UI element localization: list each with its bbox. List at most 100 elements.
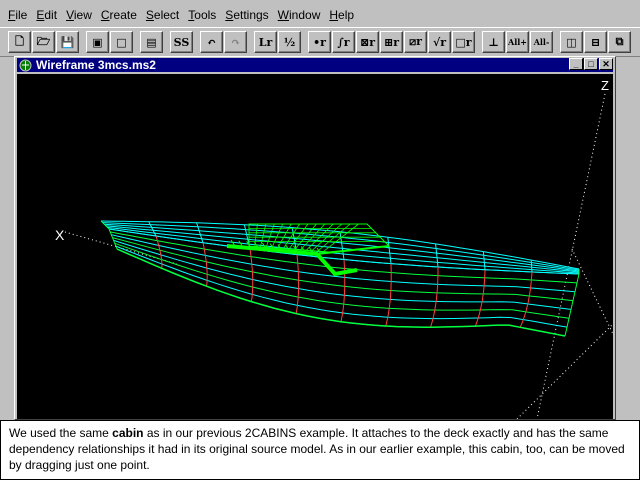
all-minus-button[interactable]: All- — [530, 31, 553, 53]
fraction-icon: ½ — [283, 35, 296, 49]
ss-icon: SS — [173, 35, 190, 49]
caption-bold-word: cabin — [112, 426, 144, 440]
wireframe-document-window: Wireframe 3mcs.ms2 _ □ ✕ Z X — [14, 56, 616, 420]
grid-icon: ⊞r — [383, 35, 399, 49]
close-button[interactable]: ✕ — [599, 58, 613, 70]
redo-icon: ↷ — [230, 35, 241, 49]
square-icon: □ — [116, 35, 127, 49]
maximize-button[interactable]: □ — [584, 58, 598, 70]
curve-icon: ∫r — [337, 35, 350, 49]
square-button[interactable]: □ — [110, 31, 133, 53]
point-button[interactable]: •r — [308, 31, 331, 53]
cabin-roof-grid — [271, 223, 284, 248]
cabin-base-edge — [226, 244, 358, 277]
document-title: Wireframe 3mcs.ms2 — [36, 58, 156, 72]
box-icon: □r — [455, 35, 472, 49]
axis-z-label: Z — [601, 78, 609, 93]
axis-lines — [64, 93, 613, 419]
menu-tools[interactable]: Tools — [188, 6, 216, 24]
snake-icon: ⊠r — [359, 35, 375, 49]
menu-label: iew — [73, 8, 92, 22]
fraction-button[interactable]: ½ — [278, 31, 301, 53]
tile-v-icon: ◫ — [566, 35, 577, 49]
menu-create[interactable]: Create — [101, 6, 137, 24]
check-button[interactable]: √r — [428, 31, 451, 53]
menu-file[interactable]: File — [8, 6, 27, 24]
cascade-button[interactable]: ⧉ — [608, 31, 631, 53]
menu-settings[interactable]: Settings — [225, 6, 268, 24]
frame-icon: ▣ — [92, 35, 103, 49]
new-button[interactable]: 🗋 — [8, 31, 31, 53]
wireframe-canvas[interactable]: Z X — [17, 74, 613, 419]
axis-x-label: X — [55, 227, 65, 243]
menu-view[interactable]: View — [66, 6, 92, 24]
menu-accel: W — [277, 8, 289, 22]
menu-label: elect — [153, 8, 180, 22]
document-title-bar[interactable]: Wireframe 3mcs.ms2 _ □ ✕ — [17, 58, 613, 72]
menu-select[interactable]: Select — [146, 6, 179, 24]
document-icon[interactable] — [19, 59, 32, 72]
menu-accel: S — [145, 8, 154, 22]
deck-line — [102, 222, 580, 271]
menu-label: reate — [109, 8, 137, 22]
caption-box: We used the same cabin as in our previou… — [0, 420, 640, 480]
slash-button[interactable]: ⧄r — [404, 31, 427, 53]
deck-station — [148, 221, 157, 237]
grid-button[interactable]: ⊞r — [380, 31, 403, 53]
tile-v-button[interactable]: ◫ — [560, 31, 583, 53]
menu-label: ools — [194, 8, 217, 22]
cabin-wireframe[interactable] — [226, 223, 391, 277]
menu-label: elp — [338, 8, 355, 22]
save-icon: 💾 — [60, 35, 75, 49]
deck-station — [435, 243, 439, 268]
deck-station — [196, 222, 204, 243]
deck-station — [482, 251, 486, 270]
all-plus-icon: All+ — [508, 37, 527, 47]
undo-button[interactable]: ↶ — [200, 31, 223, 53]
box-button[interactable]: □r — [452, 31, 475, 53]
length-button[interactable]: Lr — [254, 31, 277, 53]
menu-label: ettings — [233, 8, 269, 22]
minimize-button[interactable]: _ — [569, 58, 583, 70]
tile-h-button[interactable]: ⊟ — [584, 31, 607, 53]
tile-h-icon: ⊟ — [590, 35, 601, 49]
menu-label: ile — [15, 8, 28, 22]
window-controls: _ □ ✕ — [568, 58, 613, 70]
undo-icon: ↶ — [206, 35, 217, 49]
all-plus-button[interactable]: All+ — [506, 31, 529, 53]
deck-station — [387, 237, 392, 264]
snake-button[interactable]: ⊠r — [356, 31, 379, 53]
menu-window[interactable]: Window — [278, 6, 321, 24]
panel-icon: ▤ — [146, 35, 157, 49]
redo-button[interactable]: ↷ — [224, 31, 247, 53]
stern-outline — [564, 269, 580, 337]
wireframe-viewport[interactable]: Z X — [17, 74, 613, 419]
menu-edit[interactable]: Edit — [36, 6, 57, 24]
caption-text-1: We used the same — [9, 426, 113, 440]
curve-button[interactable]: ∫r — [332, 31, 355, 53]
check-icon: √r — [432, 35, 447, 49]
deck-station — [530, 260, 533, 273]
application-window: File Edit View Create Select Tools Settings Win… — [0, 0, 640, 480]
open-icon: 🗁 — [36, 34, 51, 48]
open-button[interactable]: 🗁 — [32, 31, 55, 53]
menu-bar: File Edit View Create Select Tools Settings Win… — [0, 5, 640, 25]
menu-label: dit — [44, 8, 58, 22]
toolbar: 🗋 🗁 💾 ▣ □ ▤ SS ↶ ↷ Lr ½ •r ∫r ⊠r ⊞r ⧄r √r □r ⊥ All+ All- ◫ ⊟ ⧉ — [0, 27, 640, 57]
ss-button[interactable]: SS — [170, 31, 193, 53]
cabin-roof-grid — [277, 223, 292, 249]
panel-button[interactable]: ▤ — [140, 31, 163, 53]
axis-button[interactable]: ⊥ — [482, 31, 505, 53]
all-minus-icon: All- — [533, 37, 550, 47]
slash-icon: ⧄r — [409, 35, 422, 48]
menu-accel: V — [66, 8, 74, 22]
length-icon: Lr — [258, 35, 273, 49]
menu-help[interactable]: Help — [329, 6, 354, 24]
save-button[interactable]: 💾 — [56, 31, 79, 53]
point-icon: •r — [313, 35, 326, 49]
frame-button[interactable]: ▣ — [86, 31, 109, 53]
new-icon: 🗋 — [15, 34, 24, 48]
menu-accel: H — [329, 8, 339, 22]
menu-accel: C — [100, 8, 110, 22]
menu-label: indow — [289, 8, 321, 22]
